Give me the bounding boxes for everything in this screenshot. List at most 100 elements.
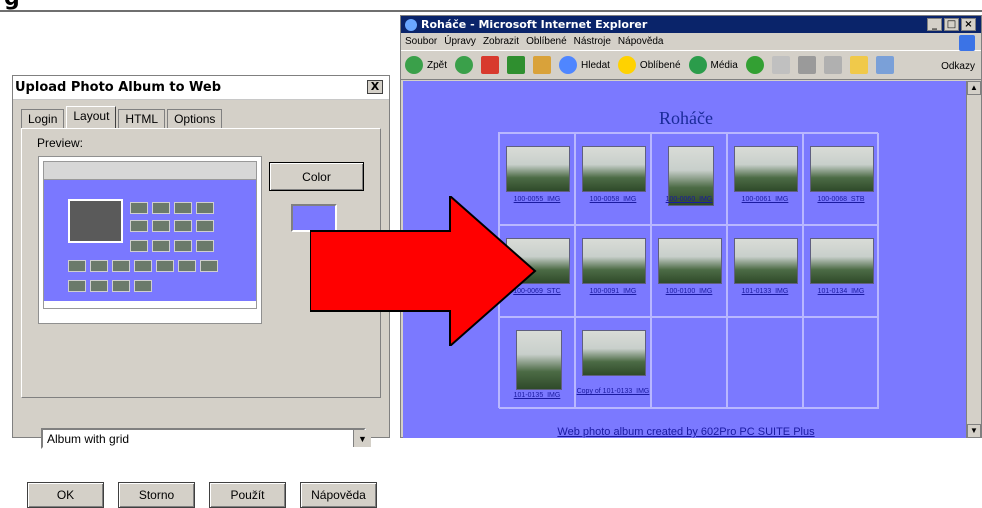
preview-label: Preview:: [37, 136, 84, 150]
preview-thumb: [196, 220, 214, 232]
tab-layout[interactable]: Layout: [66, 106, 117, 129]
photo-thumbnail[interactable]: [734, 238, 798, 284]
preview-thumb: [134, 260, 152, 272]
home-icon[interactable]: [533, 56, 552, 74]
refresh-icon[interactable]: [507, 56, 526, 74]
preview-thumb: [112, 260, 130, 272]
photo-thumbnail[interactable]: [810, 146, 874, 192]
preview-thumb: [174, 220, 192, 232]
preview-thumb: [68, 280, 86, 292]
preview-thumb: [174, 202, 192, 214]
photo-thumbnail[interactable]: [658, 238, 722, 284]
forward-icon[interactable]: [455, 56, 474, 74]
preview-thumb: [196, 202, 214, 214]
preview-browser-bar: [44, 162, 256, 180]
photo-link[interactable]: 100-0100_IMG: [652, 288, 726, 295]
thumbnail-grid: 100-0055_IMG 100-0058_IMG 100-0060_IMG 1…: [498, 132, 879, 409]
photo-link[interactable]: 100-0060_IMG: [652, 196, 726, 203]
preview-thumb: [90, 280, 108, 292]
template-select[interactable]: Album with grid ▼: [41, 428, 371, 449]
tab-login[interactable]: Login: [21, 109, 65, 129]
photo-thumbnail[interactable]: [582, 238, 646, 284]
photo-thumbnail[interactable]: [506, 146, 570, 192]
photo-thumbnail[interactable]: [582, 330, 646, 376]
photo-link[interactable]: 100-0068_STB: [804, 196, 878, 203]
photo-thumbnail[interactable]: [582, 146, 646, 192]
print-icon[interactable]: [797, 56, 816, 74]
color-button[interactable]: Color: [269, 162, 364, 191]
preview-screenshot: [43, 161, 257, 309]
apply-button[interactable]: Použít: [209, 482, 286, 508]
stop-icon[interactable]: [481, 56, 500, 74]
top-fragment: g: [0, 0, 982, 12]
ie-toolbar: Zpět Hledat Oblíbené Média Odkazy: [401, 50, 981, 80]
preview-thumb: [90, 260, 108, 272]
preview-thumb: [134, 280, 152, 292]
menu-napoveda[interactable]: Nápověda: [618, 36, 664, 47]
maximize-icon[interactable]: □: [944, 18, 959, 31]
messenger-icon[interactable]: [875, 56, 894, 74]
folder-icon[interactable]: [849, 56, 868, 74]
preview-thumb: [156, 260, 174, 272]
preview-thumb: [68, 260, 86, 272]
template-select-value: Album with grid: [47, 432, 130, 446]
scroll-down-icon[interactable]: ▼: [967, 424, 981, 438]
photo-link[interactable]: 101-0134_IMG: [804, 288, 878, 295]
grid-cell: 101-0134_IMG: [803, 225, 879, 317]
photo-link[interactable]: Copy of 101-0133_IMG: [576, 388, 650, 395]
vertical-scrollbar[interactable]: ▲ ▼: [966, 81, 981, 438]
red-arrow: [310, 196, 537, 346]
photo-link[interactable]: 100-0058_IMG: [576, 196, 650, 203]
menu-zobrazit[interactable]: Zobrazit: [483, 36, 519, 47]
close-icon[interactable]: X: [367, 80, 383, 94]
edit-icon[interactable]: [823, 56, 842, 74]
history-icon[interactable]: [745, 56, 764, 74]
grid-cell: 100-0058_IMG: [575, 133, 651, 225]
media-icon: [688, 56, 707, 74]
tab-options[interactable]: Options: [167, 109, 223, 129]
back-button[interactable]: Zpět: [405, 56, 447, 74]
photo-thumbnail[interactable]: [734, 146, 798, 192]
search-button[interactable]: Hledat: [559, 56, 610, 74]
preview-thumb: [174, 240, 192, 252]
grid-cell: 100-0091_IMG: [575, 225, 651, 317]
minimize-icon[interactable]: _: [927, 18, 942, 31]
arrow-shape: [310, 196, 537, 346]
grid-cell: 100-0068_STB: [803, 133, 879, 225]
links-label[interactable]: Odkazy: [941, 61, 975, 72]
photo-link[interactable]: 100-0091_IMG: [576, 288, 650, 295]
menu-upravy[interactable]: Úpravy: [444, 36, 476, 47]
album-title: Roháče: [659, 108, 713, 128]
photo-link[interactable]: 101-0133_IMG: [728, 288, 802, 295]
menu-soubor[interactable]: Soubor: [405, 36, 437, 47]
grid-cell: 100-0060_IMG: [651, 133, 727, 225]
scroll-up-icon[interactable]: ▲: [967, 81, 981, 95]
favorites-button[interactable]: Oblíbené: [617, 56, 681, 74]
grid-cell: [803, 317, 879, 409]
help-button[interactable]: Nápověda: [300, 482, 377, 508]
grid-cell: 100-0061_IMG: [727, 133, 803, 225]
ok-button[interactable]: OK: [27, 482, 104, 508]
chevron-down-icon[interactable]: ▼: [353, 430, 371, 447]
tab-html[interactable]: HTML: [118, 109, 166, 129]
back-label: Zpět: [427, 59, 448, 71]
search-icon: [559, 56, 578, 74]
ie-window-title: Roháče - Microsoft Internet Explorer: [421, 18, 648, 31]
header-rule: [0, 10, 982, 12]
ie-menubar: Soubor Úpravy Zobrazit Oblíbené Nástroje…: [401, 33, 981, 51]
close-icon[interactable]: ×: [961, 18, 976, 31]
photo-link[interactable]: 100-0061_IMG: [728, 196, 802, 203]
media-button[interactable]: Média: [688, 56, 738, 74]
preview-thumb: [130, 240, 148, 252]
grid-cell: 100-0100_IMG: [651, 225, 727, 317]
storno-button[interactable]: Storno: [118, 482, 195, 508]
mail-icon[interactable]: [771, 56, 790, 74]
menu-nastroje[interactable]: Nástroje: [574, 36, 611, 47]
grid-cell: [651, 317, 727, 409]
menu-oblibene[interactable]: Oblíbené: [526, 36, 567, 47]
photo-link[interactable]: 101-0135_IMG: [500, 392, 574, 399]
preview-thumb: [152, 202, 170, 214]
photo-thumbnail[interactable]: [810, 238, 874, 284]
grid-cell: Copy of 101-0133_IMG: [575, 317, 651, 409]
footer-link[interactable]: Web photo album created by 602Pro PC SUI…: [403, 426, 969, 438]
